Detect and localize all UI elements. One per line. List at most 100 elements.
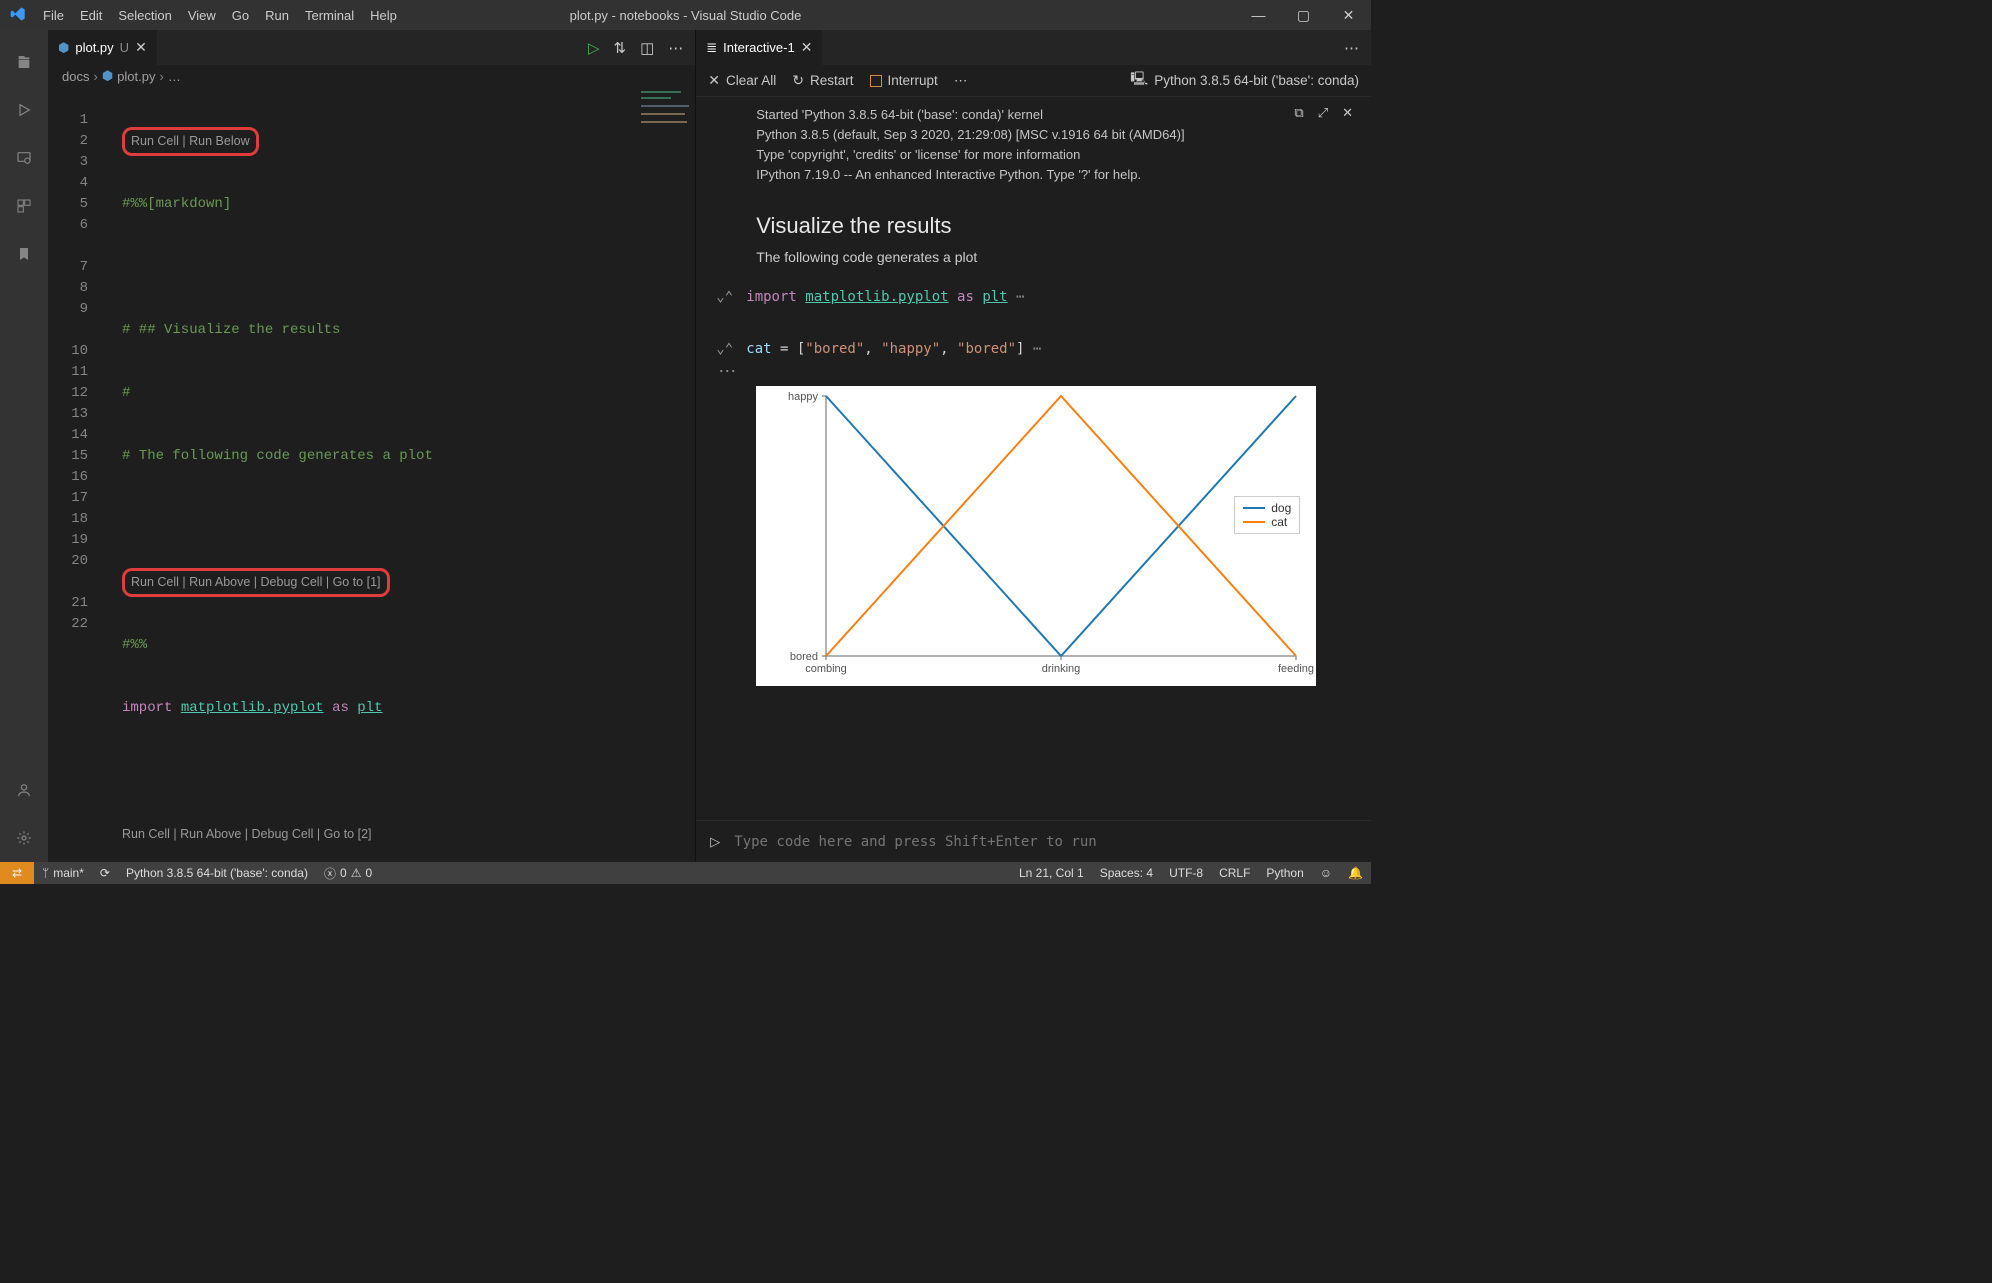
tab-plot-py[interactable]: ⬢ plot.py U ✕ [48,30,158,65]
bookmark-icon[interactable] [0,230,48,278]
split-editor-icon[interactable]: ◫ [640,39,654,57]
cell-collapse-icon[interactable]: ⌄⌃ [716,341,746,357]
close-output-icon[interactable]: ✕ [1342,105,1353,121]
vscode-logo-icon [0,6,35,25]
remote-indicator-icon[interactable]: ⇄ [0,862,34,884]
crumb-more[interactable]: … [168,69,181,84]
more-actions-icon[interactable]: ⋯ [668,39,683,57]
menu-bar: File Edit Selection View Go Run Terminal… [35,8,405,23]
output-chart: happyboredcombingdrinkingfeeding dogcat [756,386,1316,686]
codelens-run-above[interactable]: Run Above [189,572,250,593]
menu-selection[interactable]: Selection [110,8,179,23]
code-line: #%%[markdown] [122,196,231,212]
menu-view[interactable]: View [180,8,224,23]
breadcrumbs[interactable]: docs › ⬢ plot.py › … [48,65,695,87]
activity-bar [0,30,48,862]
interactive-tabs: ≣ Interactive-1 ✕ ⋯ [696,30,1371,65]
tab-label: Interactive-1 [723,40,795,55]
codelens-run-above[interactable]: Run Above [180,824,241,845]
close-icon[interactable]: ✕ [1326,7,1371,24]
python-file-icon: ⬢ [58,40,69,56]
code-input[interactable] [734,834,1357,850]
branch-icon: ᛘ [42,866,49,880]
alias: plt [357,700,382,716]
close-icon: ✕ [708,72,720,89]
codelens-goto[interactable]: Go to [2] [324,824,372,845]
codelens-run-cell[interactable]: Run Cell [131,572,179,593]
tab-label: plot.py [75,40,113,55]
python-interpreter[interactable]: Python 3.8.5 64-bit ('base': conda) [118,862,316,884]
tab-close-icon[interactable]: ✕ [135,39,147,56]
svg-text:feeding: feeding [1278,663,1314,675]
eol[interactable]: CRLF [1211,862,1258,884]
minimize-icon[interactable]: — [1236,7,1281,24]
run-icon[interactable]: ▷ [710,834,720,850]
crumb-folder[interactable]: docs [62,69,89,84]
run-icon[interactable]: ▷ [588,39,600,57]
crumb-file[interactable]: plot.py [117,69,155,84]
output-heading: Visualize the results [696,185,1371,249]
run-debug-icon[interactable] [0,86,48,134]
codelens-group-2: Run Cell | Run Above | Debug Cell | Go t… [122,568,390,597]
codelens-run-cell[interactable]: Run Cell [122,824,170,845]
interactive-body[interactable]: ⧉ ⤢ ✕ Started 'Python 3.8.5 64-bit ('bas… [696,97,1371,820]
svg-text:happy: happy [788,391,818,403]
svg-text:combing: combing [805,663,847,675]
encoding[interactable]: UTF-8 [1161,862,1211,884]
codelens-goto[interactable]: Go to [1] [333,572,381,593]
settings-gear-icon[interactable] [0,814,48,862]
interrupt-button[interactable]: Interrupt [870,73,938,88]
module-name: matplotlib.pyplot [181,700,324,716]
code-line: # [122,385,130,401]
accounts-icon[interactable] [0,766,48,814]
indentation[interactable]: Spaces: 4 [1092,862,1161,884]
tab-close-icon[interactable]: ✕ [801,39,813,56]
codelens-debug-cell[interactable]: Debug Cell [261,572,323,593]
compare-changes-icon[interactable]: ⇅ [614,39,627,57]
kernel-selector[interactable]: Python 3.8.5 64-bit ('base': conda) [1154,73,1359,88]
more-actions-icon[interactable]: ⋯ [954,73,968,89]
feedback-icon[interactable]: ☺ [1312,862,1340,884]
kw-as: as [332,700,349,716]
explorer-icon[interactable] [0,38,48,86]
code-cell[interactable]: ⌄⌃ cat = ["bored", "happy", "bored"] ⋯ [696,337,1371,361]
more-actions-icon[interactable]: ⋯ [1344,39,1359,57]
maximize-icon[interactable]: ▢ [1281,7,1326,24]
ellipsis-icon[interactable]: ⋯ [696,361,1371,382]
tab-modified-badge: U [120,40,129,55]
warning-icon: ⚠ [351,866,362,880]
code-editor[interactable]: 123456 789 1011121314 151617181920 2122 … [48,87,695,862]
clear-all-button[interactable]: ✕Clear All [708,72,776,89]
menu-go[interactable]: Go [224,8,257,23]
menu-terminal[interactable]: Terminal [297,8,362,23]
problems[interactable]: ⓧ0 ⚠0 [316,862,380,884]
extensions-icon[interactable] [0,182,48,230]
cursor-position[interactable]: Ln 21, Col 1 [1011,862,1092,884]
notifications-icon[interactable]: 🔔 [1340,862,1371,884]
copy-icon[interactable]: ⧉ [1294,105,1303,121]
tab-interactive-1[interactable]: ≣ Interactive-1 ✕ [696,30,823,65]
codelens-run-below[interactable]: Run Below [189,131,249,152]
menu-help[interactable]: Help [362,8,405,23]
restart-button[interactable]: ↻Restart [792,72,853,89]
code-line: # ## Visualize the results [122,322,340,338]
sync-icon[interactable]: ⟳ [92,862,118,884]
git-branch[interactable]: ᛘmain* [34,862,92,884]
menu-edit[interactable]: Edit [72,8,110,23]
expand-icon[interactable]: ⤢ [1318,105,1328,121]
chevron-right-icon: › [159,69,163,84]
error-icon: ⓧ [324,865,336,882]
code-cell[interactable]: ⌄⌃ import matplotlib.pyplot as plt ⋯ [696,285,1371,309]
cell-collapse-icon[interactable]: ⌄⌃ [716,289,746,305]
server-icon: 🖳 [1130,69,1148,92]
codelens-debug-cell[interactable]: Debug Cell [252,824,314,845]
menu-file[interactable]: File [35,8,72,23]
titlebar: File Edit Selection View Go Run Terminal… [0,0,1371,30]
codelens-run-cell[interactable]: Run Cell [131,131,179,152]
minimap[interactable] [635,87,695,862]
menu-run[interactable]: Run [257,8,297,23]
interactive-pane: ≣ Interactive-1 ✕ ⋯ ✕Clear All ↻Restart … [696,30,1371,862]
language-mode[interactable]: Python [1258,862,1311,884]
remote-explorer-icon[interactable] [0,134,48,182]
chart-legend: dogcat [1234,496,1300,534]
